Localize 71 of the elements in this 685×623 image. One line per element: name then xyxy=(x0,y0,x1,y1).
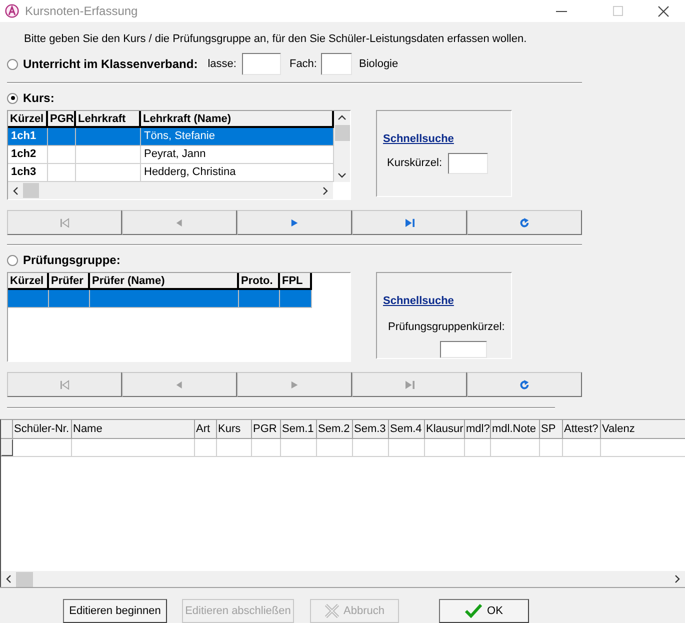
field-label: Fach: xyxy=(289,56,317,72)
column-header[interactable]: Lehrkraft (Name) xyxy=(141,111,334,126)
table-row[interactable] xyxy=(8,290,312,308)
ok-button[interactable]: OK xyxy=(439,599,529,623)
column-header[interactable]: Prüfer (Name) xyxy=(90,273,239,288)
column-header[interactable]: Klausur xyxy=(425,420,465,438)
option-label: Prüfungsgruppe: xyxy=(23,252,120,269)
field-label: Prüfungsgruppenkürzel: xyxy=(388,320,505,334)
table-row[interactable]: 1ch2 Peyrat, Jann xyxy=(8,146,334,164)
column-header[interactable]: Art xyxy=(195,420,217,438)
input-field[interactable] xyxy=(440,341,487,358)
column-header[interactable]: SP xyxy=(540,420,563,438)
column-header[interactable]: PGR xyxy=(252,420,281,438)
app-logo-icon xyxy=(5,4,19,18)
column-header[interactable]: Sem.3 xyxy=(353,420,389,438)
horizontal-scrollbar[interactable] xyxy=(1,571,685,587)
column-header[interactable]: Schüler-Nr. xyxy=(13,420,72,438)
column-header[interactable]: Sem.1 xyxy=(281,420,317,438)
horizontal-scrollbar[interactable] xyxy=(8,182,333,199)
scroll-left-icon[interactable] xyxy=(13,186,18,194)
input-field[interactable] xyxy=(448,152,488,174)
window-title: Kursnoten-Erfassung xyxy=(25,3,138,20)
column-header[interactable]: Attest? xyxy=(563,420,601,438)
scroll-up-icon[interactable] xyxy=(338,115,346,120)
column-header[interactable]: Kurs xyxy=(217,420,252,438)
scroll-left-icon[interactable] xyxy=(6,575,11,583)
scroll-thumb[interactable] xyxy=(334,125,350,141)
minimize-icon[interactable] xyxy=(556,10,567,12)
vertical-scrollbar[interactable] xyxy=(334,111,350,182)
option-label: Kurs: xyxy=(23,90,54,107)
scroll-right-icon[interactable] xyxy=(323,186,328,194)
scroll-down-icon[interactable] xyxy=(338,173,346,178)
scroll-right-icon[interactable] xyxy=(675,575,680,583)
column-header[interactable]: Kürzel xyxy=(8,111,48,126)
option-label: Unterricht im Klassenverband: xyxy=(23,56,198,73)
cross-icon xyxy=(324,604,338,618)
column-header[interactable]: Prüfer xyxy=(49,273,90,288)
navigation-button[interactable] xyxy=(467,210,582,235)
column-header[interactable]: Valenz xyxy=(601,420,685,438)
scroll-thumb[interactable] xyxy=(23,183,39,198)
column-header[interactable]: PGR xyxy=(48,111,76,126)
column-header[interactable]: mdl? xyxy=(465,420,491,438)
input-field[interactable] xyxy=(242,53,282,75)
quick-search-link[interactable]: Schnellsuche xyxy=(383,293,454,310)
close-icon[interactable] xyxy=(658,6,669,16)
column-header[interactable]: mdl.Note xyxy=(491,420,540,438)
navigation-button[interactable] xyxy=(467,372,582,397)
navigation-button[interactable] xyxy=(352,210,467,235)
column-header[interactable]: Sem.4 xyxy=(389,420,425,438)
column-header[interactable]: Proto. xyxy=(239,273,280,288)
field-label: lasse: xyxy=(208,56,236,72)
instruction-text: Bitte geben Sie den Kurs / die Prüfungsgruppe an, für den Sie Schüler-Leistungsdaten erfassen wollen. xyxy=(23,32,528,45)
checkmark-icon xyxy=(465,604,482,618)
quick-search-link[interactable]: Schnellsuche xyxy=(383,131,454,148)
navigation-button[interactable] xyxy=(237,210,352,235)
radio-button[interactable] xyxy=(7,58,18,70)
radio-button[interactable] xyxy=(7,254,18,266)
column-header[interactable]: Lehrkraft xyxy=(76,111,141,126)
radio-button[interactable] xyxy=(7,92,18,104)
column-header[interactable]: Kürzel xyxy=(8,273,49,288)
input-field[interactable] xyxy=(320,53,352,75)
table-row[interactable]: 1ch1 Töns, Stefanie xyxy=(8,128,334,146)
table-row[interactable]: 1ch3 Hedderg, Christina xyxy=(8,164,334,182)
column-header[interactable]: Name xyxy=(72,420,195,438)
column-header[interactable]: Sem.2 xyxy=(317,420,353,438)
subject-text: Biologie xyxy=(358,56,398,72)
field-label: Kurskürzel: xyxy=(387,156,442,171)
column-header[interactable]: FPL xyxy=(280,273,312,288)
row-selector[interactable] xyxy=(1,439,13,456)
scroll-thumb[interactable] xyxy=(16,572,33,586)
action-button[interactable]: Editieren beginnen xyxy=(63,599,167,623)
